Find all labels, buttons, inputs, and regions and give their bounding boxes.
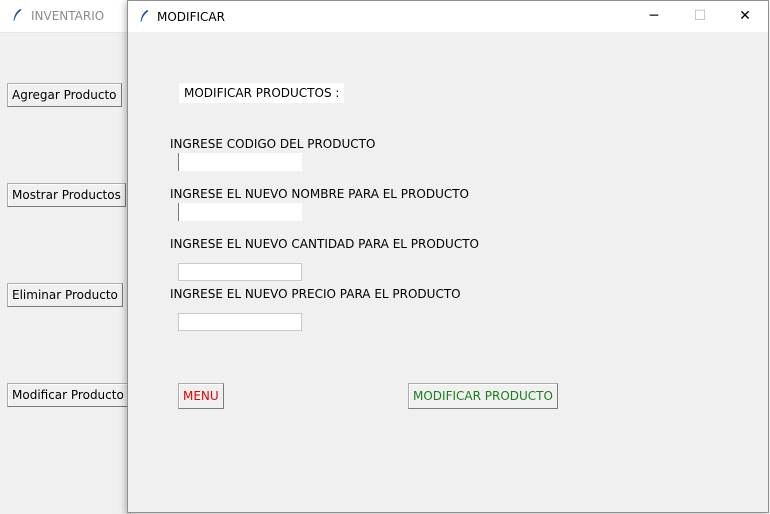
eliminar-producto-button[interactable]: Eliminar Producto [7,283,123,307]
modificar-producto-menu-button[interactable]: Modificar Producto [7,383,129,407]
precio-label: INGRESE EL NUEVO PRECIO PARA EL PRODUCTO [170,287,461,301]
inventario-titlebar[interactable]: INVENTARIO [0,0,130,33]
tk-feather-icon [13,9,22,21]
agregar-producto-button[interactable]: Agregar Producto [7,83,122,107]
form-header: MODIFICAR PRODUCTOS : [179,83,345,103]
minimize-icon: ─ [649,8,659,24]
maximize-icon: ☐ [693,8,707,24]
cantidad-input[interactable] [178,263,302,281]
codigo-label: INGRESE CODIGO DEL PRODUCTO [170,137,376,151]
modificar-titlebar[interactable]: MODIFICAR ─ ☐ ✕ [128,1,768,32]
window-title: MODIFICAR [157,10,225,24]
inventario-title: INVENTARIO [31,9,105,23]
nombre-input[interactable] [178,203,302,221]
cantidad-label: INGRESE EL NUEVO CANTIDAD PARA EL PRODUC… [170,237,479,251]
close-button[interactable]: ✕ [722,1,768,32]
codigo-input[interactable] [178,153,302,171]
close-icon: ✕ [739,8,751,24]
tk-feather-icon [140,10,149,22]
menu-button[interactable]: MENU [178,383,224,409]
nombre-label: INGRESE EL NUEVO NOMBRE PARA EL PRODUCTO [170,187,470,201]
inventario-window: INVENTARIO Agregar Producto Mostrar Prod… [0,0,131,514]
maximize-button[interactable]: ☐ [677,1,723,32]
precio-input[interactable] [178,313,302,331]
minimize-button[interactable]: ─ [631,1,677,32]
modificar-producto-button[interactable]: MODIFICAR PRODUCTO [408,383,558,409]
modificar-window: MODIFICAR ─ ☐ ✕ MODIFICAR PRODUCTOS : IN… [127,0,769,513]
mostrar-productos-button[interactable]: Mostrar Productos [7,183,126,207]
